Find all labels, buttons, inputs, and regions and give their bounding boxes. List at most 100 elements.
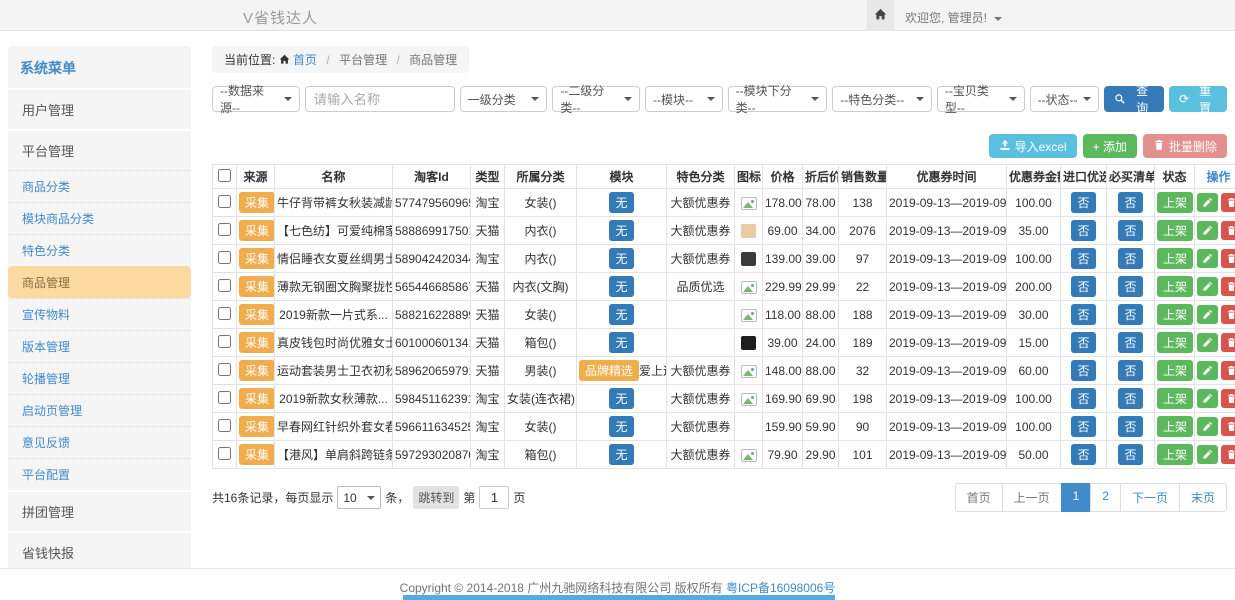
sidebar-subitem-轮播管理[interactable]: 轮播管理 [8, 362, 191, 394]
must-buy-badge[interactable]: 否 [1118, 304, 1142, 325]
page-button-首页[interactable]: 首页 [955, 483, 1003, 512]
source-badge[interactable]: 采集 [239, 220, 275, 241]
source-badge[interactable]: 采集 [239, 416, 275, 437]
import-select-badge[interactable]: 否 [1071, 416, 1095, 437]
sidebar-item-用户管理[interactable]: 用户管理 [8, 88, 191, 129]
filter-select-状态[interactable]: --状态-- [1030, 86, 1100, 112]
delete-button[interactable] [1221, 193, 1235, 212]
status-badge[interactable]: 上架 [1157, 444, 1193, 465]
source-badge[interactable]: 采集 [239, 276, 275, 297]
must-buy-badge[interactable]: 否 [1118, 444, 1142, 465]
module-badge[interactable]: 无 [609, 304, 633, 325]
sidebar-subitem-特色分类[interactable]: 特色分类 [8, 234, 191, 266]
status-badge[interactable]: 上架 [1157, 304, 1193, 325]
delete-button[interactable] [1221, 249, 1235, 268]
sidebar-subitem-商品管理[interactable]: 商品管理 [8, 266, 191, 298]
row-checkbox[interactable] [218, 391, 231, 404]
source-badge[interactable]: 采集 [239, 332, 275, 353]
edit-button[interactable] [1197, 277, 1218, 296]
module-badge[interactable]: 无 [609, 332, 633, 353]
edit-button[interactable] [1197, 249, 1218, 268]
delete-button[interactable] [1221, 417, 1235, 436]
source-badge[interactable]: 采集 [239, 360, 275, 381]
must-buy-badge[interactable]: 否 [1118, 388, 1142, 409]
import-select-badge[interactable]: 否 [1071, 220, 1095, 241]
row-checkbox[interactable] [218, 447, 231, 460]
module-badge[interactable]: 品牌精选 [579, 360, 639, 381]
filter-select-一级分类[interactable]: 一级分类 [460, 86, 548, 112]
edit-button[interactable] [1197, 445, 1218, 464]
import-select-badge[interactable]: 否 [1071, 192, 1095, 213]
home-button[interactable] [867, 0, 894, 31]
module-badge[interactable]: 无 [609, 388, 633, 409]
row-checkbox[interactable] [218, 251, 231, 264]
import-select-badge[interactable]: 否 [1071, 304, 1095, 325]
sidebar-subitem-模块商品分类[interactable]: 模块商品分类 [8, 202, 191, 234]
reset-button[interactable]: ⟳重置 [1169, 86, 1227, 112]
must-buy-badge[interactable]: 否 [1118, 332, 1142, 353]
delete-button[interactable] [1221, 445, 1235, 464]
status-badge[interactable]: 上架 [1157, 276, 1193, 297]
import-select-badge[interactable]: 否 [1071, 444, 1095, 465]
source-badge[interactable]: 采集 [239, 304, 275, 325]
jump-button[interactable]: 跳转到 [413, 486, 459, 509]
delete-button[interactable] [1221, 333, 1235, 352]
page-button-下一页[interactable]: 下一页 [1120, 483, 1180, 512]
filter-select-二级分类[interactable]: --二级分类-- [552, 86, 640, 112]
sidebar-subitem-启动页管理[interactable]: 启动页管理 [8, 394, 191, 426]
filter-select-宝贝类型[interactable]: --宝贝类型-- [937, 86, 1025, 112]
breadcrumb-home-link[interactable]: 首页 [293, 53, 317, 67]
status-badge[interactable]: 上架 [1157, 332, 1193, 353]
must-buy-badge[interactable]: 否 [1118, 416, 1142, 437]
must-buy-badge[interactable]: 否 [1118, 360, 1142, 381]
filter-select-模块下分类[interactable]: --模块下分类-- [728, 86, 828, 112]
delete-button[interactable] [1221, 389, 1235, 408]
import-select-badge[interactable]: 否 [1071, 332, 1095, 353]
module-badge[interactable]: 无 [609, 416, 633, 437]
edit-button[interactable] [1197, 389, 1218, 408]
name-search-input[interactable] [305, 86, 455, 112]
row-checkbox[interactable] [218, 307, 231, 320]
edit-button[interactable] [1197, 361, 1218, 380]
status-badge[interactable]: 上架 [1157, 192, 1193, 213]
source-badge[interactable]: 采集 [239, 388, 275, 409]
row-checkbox[interactable] [218, 335, 231, 348]
page-button-上一页[interactable]: 上一页 [1002, 483, 1062, 512]
delete-button[interactable] [1221, 361, 1235, 380]
per-page-select[interactable]: 10 [337, 486, 381, 509]
module-badge[interactable]: 无 [609, 276, 633, 297]
row-checkbox[interactable] [218, 279, 231, 292]
module-badge[interactable]: 无 [609, 192, 633, 213]
source-badge[interactable]: 采集 [239, 192, 275, 213]
must-buy-badge[interactable]: 否 [1118, 220, 1142, 241]
row-checkbox[interactable] [218, 195, 231, 208]
user-menu[interactable]: 欢迎您, 管理员! [905, 9, 1002, 26]
source-badge[interactable]: 采集 [239, 248, 275, 269]
filter-select-特色分类[interactable]: --特色分类-- [832, 86, 932, 112]
row-checkbox[interactable] [218, 363, 231, 376]
import-excel-button[interactable]: 导入excel [989, 134, 1077, 158]
query-button[interactable]: 查询 [1104, 86, 1164, 112]
jump-page-input[interactable] [479, 486, 509, 509]
sidebar-item-省钱快报[interactable]: 省钱快报 [8, 531, 191, 572]
module-badge[interactable]: 无 [609, 444, 633, 465]
status-badge[interactable]: 上架 [1157, 248, 1193, 269]
module-badge[interactable]: 无 [609, 220, 633, 241]
edit-button[interactable] [1197, 221, 1218, 240]
must-buy-badge[interactable]: 否 [1118, 248, 1142, 269]
status-badge[interactable]: 上架 [1157, 388, 1193, 409]
icp-link[interactable]: 粤ICP备16098006号 [726, 581, 835, 595]
delete-button[interactable] [1221, 221, 1235, 240]
must-buy-badge[interactable]: 否 [1118, 192, 1142, 213]
delete-button[interactable] [1221, 277, 1235, 296]
must-buy-badge[interactable]: 否 [1118, 276, 1142, 297]
add-button[interactable]: + 添加 [1083, 134, 1137, 158]
sidebar-subitem-商品分类[interactable]: 商品分类 [8, 170, 191, 202]
source-badge[interactable]: 采集 [239, 444, 275, 465]
sidebar-subitem-意见反馈[interactable]: 意见反馈 [8, 426, 191, 458]
sidebar-subitem-平台配置[interactable]: 平台配置 [8, 458, 191, 490]
status-badge[interactable]: 上架 [1157, 220, 1193, 241]
module-badge[interactable]: 无 [609, 248, 633, 269]
edit-button[interactable] [1197, 333, 1218, 352]
status-badge[interactable]: 上架 [1157, 360, 1193, 381]
